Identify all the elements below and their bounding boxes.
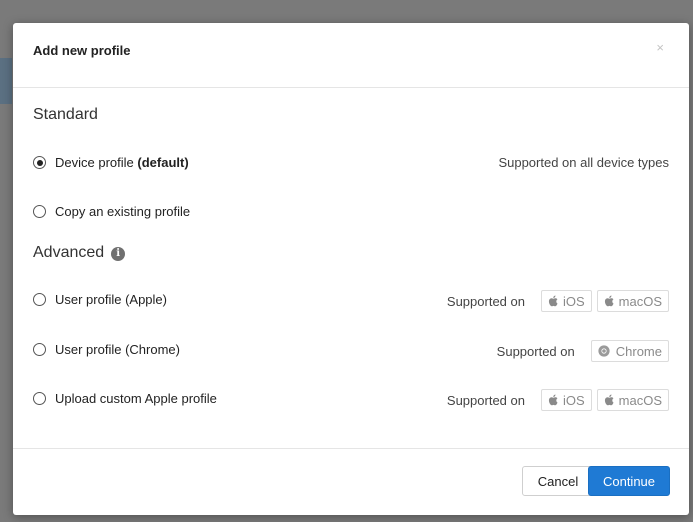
badge-ios: iOS <box>540 290 592 312</box>
modal-footer: Cancel Continue <box>13 448 689 515</box>
support-user-profile-chrome: Supported on Chrome <box>497 339 669 363</box>
option-label-upload-apple-profile: Upload custom Apple profile <box>55 391 217 406</box>
support-user-profile-apple: Supported on iOS macOS <box>447 289 669 313</box>
radio-user-profile-apple[interactable] <box>33 293 46 306</box>
option-copy-profile[interactable]: Copy an existing profile <box>33 201 669 223</box>
badge-ios-label: iOS <box>562 392 585 408</box>
radio-copy-profile[interactable] <box>33 205 46 218</box>
advanced-text: Advanced <box>33 244 105 261</box>
badge-macos-label: macOS <box>618 392 662 408</box>
badge-ios: iOS <box>540 389 592 411</box>
badge-chrome: Chrome <box>590 340 669 362</box>
radio-upload-apple-profile[interactable] <box>33 392 46 405</box>
option-label-copy-profile: Copy an existing profile <box>55 204 191 219</box>
chrome-icon <box>598 345 610 357</box>
support-upload-apple-profile: Supported on iOS macOS <box>447 388 669 412</box>
badge-ios-label: iOS <box>562 293 585 309</box>
continue-button[interactable]: Continue <box>588 466 670 496</box>
option-user-profile-chrome[interactable]: User profile (Chrome) Supported on Chrom… <box>33 339 669 363</box>
supported-on-text: Supported on <box>446 392 525 408</box>
apple-icon <box>604 394 614 406</box>
default-tag: (default) <box>137 155 189 170</box>
option-upload-apple-profile[interactable]: Upload custom Apple profile Supported on… <box>33 388 669 412</box>
badge-macos-label: macOS <box>618 293 662 309</box>
option-label-user-profile-apple: User profile (Apple) <box>55 292 167 307</box>
support-text-all-devices: Supported on all device types <box>498 155 669 170</box>
option-user-profile-apple[interactable]: User profile (Apple) Supported on iOS ma… <box>33 289 669 313</box>
background-sidebar-fragment <box>0 58 12 104</box>
badge-macos: macOS <box>596 290 669 312</box>
radio-user-profile-chrome[interactable] <box>33 343 46 356</box>
apple-icon <box>548 394 558 406</box>
info-icon[interactable]: i <box>111 247 126 261</box>
supported-on-text: Supported on <box>446 293 525 309</box>
modal-title: Add new profile <box>33 43 131 58</box>
apple-icon <box>548 295 558 307</box>
close-icon[interactable]: × <box>656 40 664 55</box>
option-label-device-profile: Device profile (default) <box>55 155 189 170</box>
option-label-user-profile-chrome: User profile (Chrome) <box>55 342 180 357</box>
badge-chrome-label: Chrome <box>615 343 662 359</box>
modal-header: Add new profile × <box>13 23 689 88</box>
add-profile-modal: Add new profile × Standard Device profil… <box>13 23 689 515</box>
section-title-advanced: Advanced i <box>33 244 126 262</box>
apple-icon <box>604 295 614 307</box>
option-device-profile[interactable]: Device profile (default) Supported on al… <box>33 152 669 174</box>
cancel-button[interactable]: Cancel <box>522 466 594 496</box>
section-title-standard: Standard <box>33 106 98 123</box>
radio-device-profile[interactable] <box>33 156 46 169</box>
badge-macos: macOS <box>596 389 669 411</box>
device-profile-text: Device profile <box>55 155 134 170</box>
supported-on-text: Supported on <box>496 343 575 359</box>
